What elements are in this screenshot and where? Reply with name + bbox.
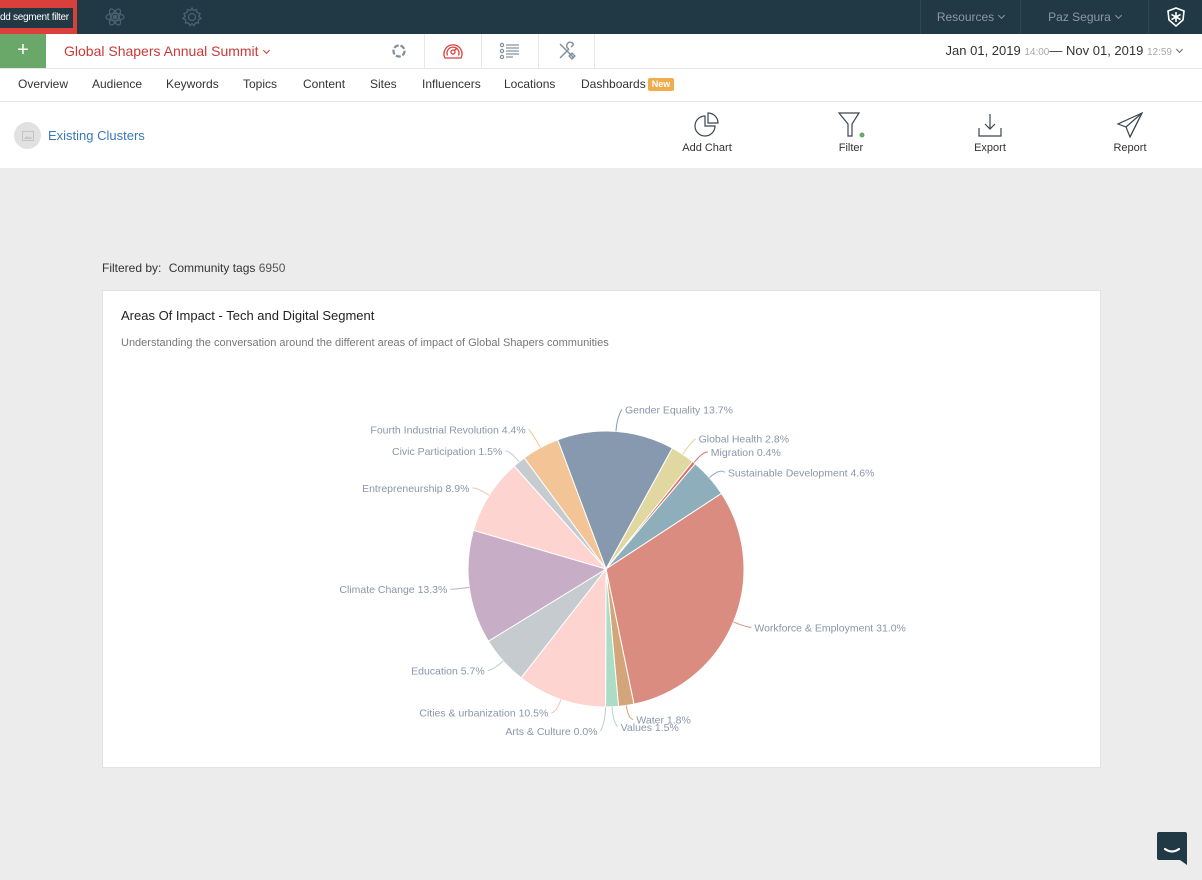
- brand-badge-icon[interactable]: [1148, 0, 1202, 34]
- filter-icon: [837, 112, 865, 138]
- pie-label-migration: Migration 0.4%: [711, 447, 781, 459]
- top-bar: dd segment filter Resources Paz Segura: [0, 0, 1202, 34]
- add-segment-filter-tooltip: dd segment filter: [0, 8, 73, 28]
- filter-key: Filtered by:: [102, 261, 162, 275]
- pie-label-workforce-employment: Workforce & Employment 31.0%: [754, 622, 906, 634]
- add-button[interactable]: +: [0, 34, 46, 68]
- pie-connector-entrepreneurship: [472, 487, 490, 496]
- list-button[interactable]: [481, 34, 538, 68]
- refresh-icon: [391, 44, 406, 58]
- pie-label-cities-urbanization: Cities & urbanization 10.5%: [419, 708, 548, 720]
- existing-clusters-label: Existing Clusters: [48, 128, 145, 143]
- pie-connector-gender-equality: [615, 409, 623, 432]
- pie-connector-civic-participation: [505, 450, 520, 463]
- tab-topics[interactable]: Topics: [243, 69, 277, 101]
- project-bar: + Global Shapers Annual Summit Jan 01, 2…: [0, 34, 1202, 69]
- paper-plane-icon: [1116, 111, 1144, 139]
- tab-influencers[interactable]: Influencers: [422, 69, 481, 101]
- tab-dashboards-label: Dashboards: [581, 77, 646, 91]
- filter-summary: Filtered by: Community tags 6950: [102, 261, 285, 275]
- pie-connector-water: [625, 705, 634, 720]
- tab-content[interactable]: Content: [303, 69, 345, 101]
- pie-connector-education: [487, 660, 504, 671]
- tab-keywords[interactable]: Keywords: [166, 69, 219, 101]
- resources-menu[interactable]: Resources: [920, 0, 1020, 34]
- pie-connector-workforce-employment: [733, 621, 752, 628]
- filter-count: 6950: [258, 261, 286, 275]
- pie-connector-sustainable-development: [709, 470, 726, 479]
- project-title: Global Shapers Annual Summit: [64, 43, 259, 59]
- pie-chart: Gender Equality 13.7% Global Health 2.8%M…: [339, 404, 906, 738]
- add-chart-label: Add Chart: [682, 142, 732, 154]
- date-start: Jan 01, 2019: [945, 43, 1021, 58]
- filter-button[interactable]: Filter: [801, 110, 901, 154]
- project-selector[interactable]: Global Shapers Annual Summit: [64, 34, 270, 68]
- pie-label-global-health: Global Health 2.8%: [699, 434, 789, 446]
- chart-card: Areas Of Impact - Tech and Digital Segme…: [102, 290, 1101, 768]
- pie-label-values: Values 1.5%: [621, 722, 679, 734]
- tools-icon: [559, 41, 576, 60]
- filter-tag[interactable]: Community tags: [169, 261, 256, 275]
- refresh-button[interactable]: [370, 34, 427, 68]
- pie-connector-fourth-industrial-revolution: [528, 428, 541, 448]
- pie-label-education: Education 5.7%: [411, 665, 485, 677]
- pie-chart-icon: [694, 112, 719, 137]
- pie-connector-cities-urbanization: [551, 699, 562, 714]
- chevron-down-icon: [998, 11, 1006, 20]
- tools-button[interactable]: [538, 34, 595, 68]
- chat-icon: [1157, 832, 1187, 865]
- pie-connector-values: [611, 706, 619, 728]
- tab-locations[interactable]: Locations: [504, 69, 555, 101]
- user-name: Paz Segura: [1048, 10, 1111, 24]
- existing-clusters-link[interactable]: Existing Clusters: [14, 122, 145, 149]
- pie-connector-arts-culture: [600, 706, 607, 732]
- gear-icon[interactable]: [181, 6, 203, 28]
- time-end: 12:59: [1146, 47, 1172, 58]
- pie-label-climate-change: Climate Change 13.3%: [339, 584, 447, 596]
- download-icon: [978, 114, 1002, 137]
- gauge-icon: [443, 44, 463, 59]
- export-label: Export: [974, 142, 1006, 154]
- pie-connector-migration: [693, 451, 708, 463]
- resources-label: Resources: [936, 10, 995, 24]
- date-separator: —: [1049, 43, 1063, 58]
- date-range-picker[interactable]: Jan 01, 2019 14:00— Nov 01, 2019 12:59: [945, 34, 1184, 68]
- main-nav: Overview Audience Keywords Topics Conten…: [0, 69, 1202, 102]
- gauge-button[interactable]: [424, 34, 481, 68]
- tab-audience[interactable]: Audience: [92, 69, 142, 101]
- chevron-down-icon: [1175, 45, 1184, 54]
- pie-label-sustainable-development: Sustainable Development 4.6%: [728, 467, 875, 479]
- export-button[interactable]: Export: [940, 110, 1040, 154]
- pie-label-arts-culture: Arts & Culture 0.0%: [505, 726, 597, 738]
- filter-label: Filter: [838, 142, 864, 154]
- tab-overview[interactable]: Overview: [18, 69, 68, 101]
- add-chart-button[interactable]: Add Chart: [657, 110, 757, 154]
- user-menu[interactable]: Paz Segura: [1020, 0, 1148, 34]
- pie-connector-climate-change: [450, 586, 470, 590]
- pie-label-fourth-industrial-revolution: Fourth Industrial Revolution 4.4%: [370, 424, 525, 436]
- time-start: 14:00: [1024, 47, 1050, 58]
- atom-icon[interactable]: [104, 6, 126, 28]
- report-label: Report: [1113, 142, 1147, 154]
- toolbar: Existing Clusters Add Chart Filter Expor…: [0, 102, 1202, 168]
- pie-label-entrepreneurship: Entrepreneurship 8.9%: [362, 483, 469, 495]
- list-icon: [499, 42, 519, 60]
- pie-label-civic-participation: Civic Participation 1.5%: [392, 446, 502, 458]
- filter-active-dot: [859, 132, 865, 138]
- new-badge: New: [647, 78, 675, 91]
- chevron-down-icon: [1114, 11, 1122, 20]
- tab-sites[interactable]: Sites: [370, 69, 397, 101]
- image-icon: [14, 122, 41, 149]
- report-button[interactable]: Report: [1080, 110, 1180, 154]
- chevron-down-icon: [262, 46, 270, 55]
- pie-connector-global-health: [682, 438, 696, 455]
- pie-label-gender-equality: Gender Equality 13.7%: [625, 404, 733, 416]
- chat-button[interactable]: [1155, 831, 1189, 867]
- tab-dashboards[interactable]: Dashboards New: [581, 69, 675, 101]
- date-end: Nov 01, 2019: [1066, 43, 1144, 58]
